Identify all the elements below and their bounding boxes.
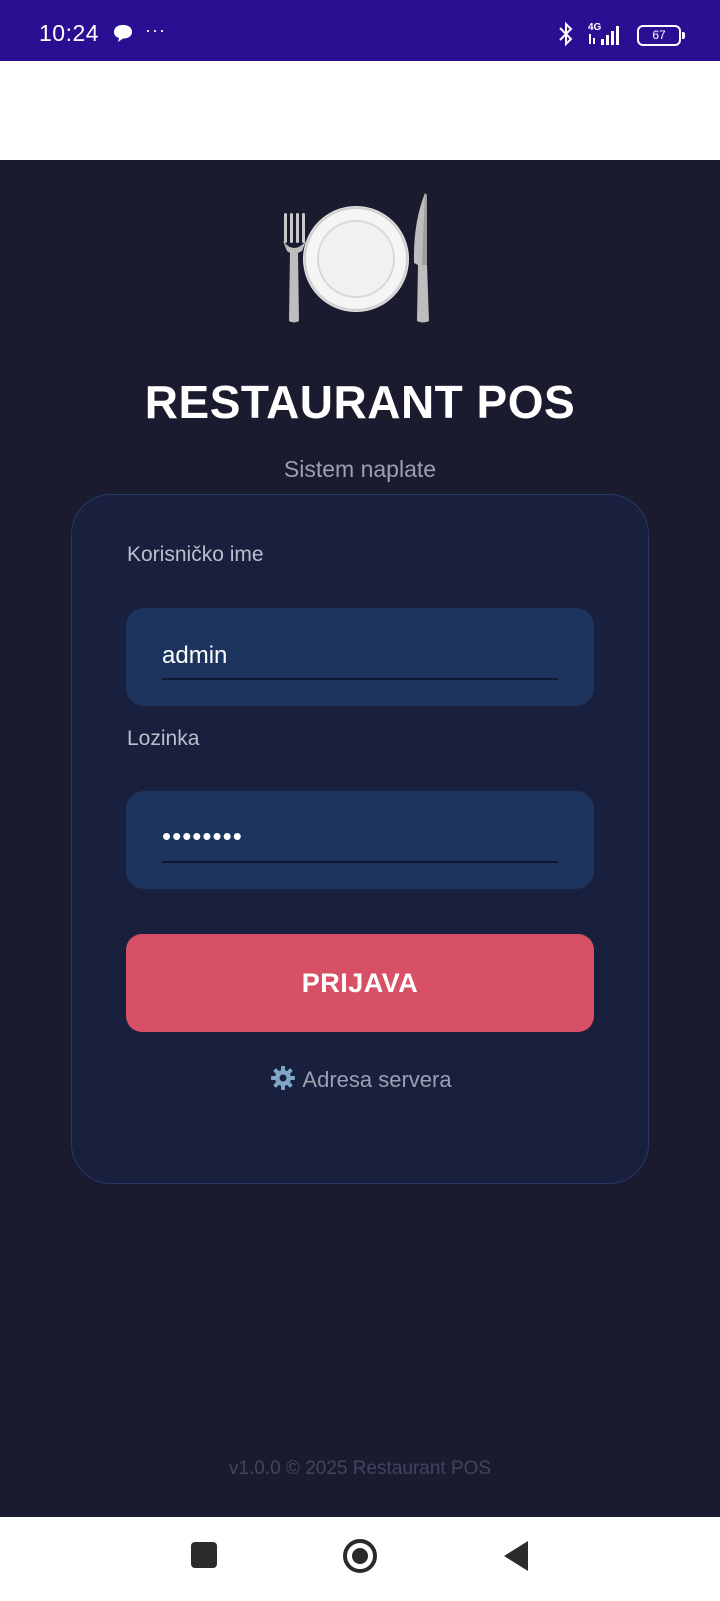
- server-link-label: Adresa servera: [302, 1067, 452, 1092]
- bluetooth-icon: [559, 21, 573, 47]
- username-label: Korisničko ime: [127, 543, 264, 566]
- username-value: admin: [162, 642, 228, 669]
- server-address-link[interactable]: Adresa servera: [72, 1065, 650, 1093]
- more-notifications-icon: ···: [145, 20, 166, 40]
- password-label: Lozinka: [127, 727, 200, 750]
- plate-fork-knife-icon: [283, 193, 429, 323]
- back-button[interactable]: [504, 1541, 528, 1571]
- system-nav-bar: [0, 1517, 720, 1601]
- app-bar: [0, 61, 720, 160]
- battery-level: 67: [652, 28, 666, 42]
- battery-icon: 67: [637, 25, 685, 46]
- password-value: ••••••••: [162, 821, 243, 851]
- username-input[interactable]: admin: [126, 608, 594, 706]
- message-icon: [114, 25, 132, 42]
- password-underline: [162, 861, 558, 863]
- status-bar: 10:24 ··· 4G 67: [0, 0, 720, 61]
- network-type: 4G: [588, 22, 602, 33]
- password-input[interactable]: ••••••••: [126, 791, 594, 889]
- gear-icon: [271, 1066, 296, 1090]
- signal-icon: 4G: [588, 22, 619, 45]
- status-time: 10:24: [39, 20, 100, 46]
- username-underline: [162, 678, 558, 680]
- login-card: Korisničko ime admin Lozinka •••••••• PR…: [71, 494, 649, 1184]
- recents-button[interactable]: [191, 1542, 217, 1568]
- app-subtitle: Sistem naplate: [283, 456, 437, 482]
- login-button[interactable]: PRIJAVA: [126, 934, 594, 1032]
- app-title: RESTAURANT POS: [144, 376, 576, 428]
- home-button[interactable]: [343, 1539, 377, 1573]
- footer-version: v1.0.0 © 2025 Restaurant POS: [228, 1458, 492, 1479]
